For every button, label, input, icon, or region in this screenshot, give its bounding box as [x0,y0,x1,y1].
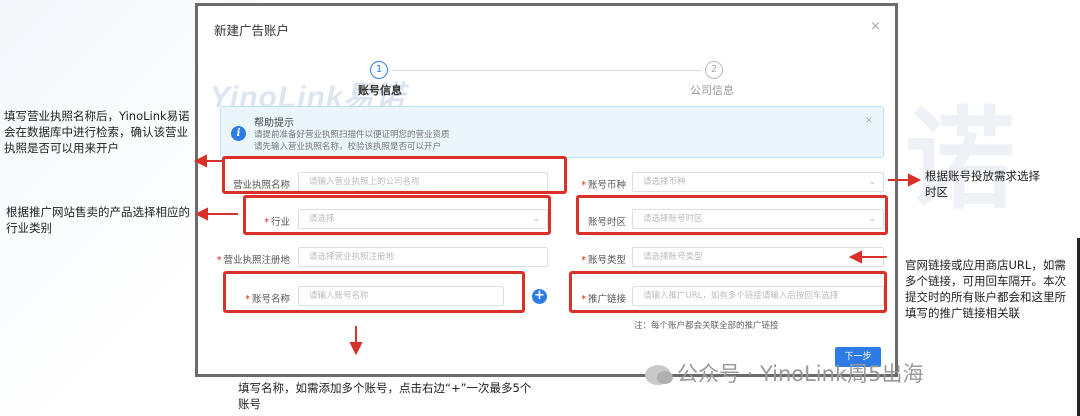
chevron-down-icon: ⌄ [868,177,876,187]
step-2-circle: 2 [705,61,723,79]
highlight-promo-link [569,271,887,313]
add-account-button[interactable]: + [532,289,547,304]
region-label: * 营业执照注册地 [216,255,290,266]
highlight-timezone [576,195,888,235]
account-type-select[interactable]: 请选择账号类型 [632,247,884,267]
annotation-account-name: 填写名称，如需添加多个账号，点击右边“+”一次最多5个账号 [238,381,532,411]
step-1-label: 账号信息 [358,84,402,97]
close-icon[interactable]: × [870,19,881,34]
wechat-icon [645,365,673,385]
footer-watermark: 公众号 · YinoLink周5出海 [645,358,923,388]
help-alert: i 帮助提示 请提前准备好营业执照扫描件以便证明您的营业资质 请先输入营业执照名… [220,106,884,158]
step-indicator: 1 2 账号信息 公司信息 [198,61,895,101]
modal-title: 新建广告账户 [214,23,290,38]
alert-title: 帮助提示 [254,118,294,129]
step-connector [392,70,702,71]
currency-label: * 账号币种 [581,180,626,191]
link-note: 注：每个账户都会关联全部的推广链接 [634,321,779,331]
region-select[interactable]: 请选择营业执照注册地 [298,247,548,267]
step-1-circle: 1 [370,61,388,79]
annotation-link: 官网链接或应用商店URL，如需多个链接，可用回车隔开。本次提交时的所有账户都会和… [905,258,1066,320]
info-icon: i [231,126,246,141]
highlight-account-name [223,271,525,313]
highlight-industry [243,195,551,235]
currency-select[interactable]: 请选择币种 ⌄ [632,172,884,192]
annotation-timezone: 根据账号投放需求选择时区 [925,169,1040,199]
annotation-industry: 根据推广网站售卖的产品选择相应的行业类别 [6,205,190,235]
background-watermark: 诺 [905,99,1015,222]
annotation-license: 填写营业执照名称后，YinoLink易诺会在数据库中进行检索，确认该营业执照是否… [4,109,190,155]
alert-close-icon[interactable]: × [865,115,873,126]
highlight-license-name [222,156,567,194]
alert-text: 请先输入营业执照名称，校验该执照是否可以开户 [254,142,442,152]
alert-text: 请提前准备好营业执照扫描件以便证明您的营业资质 [254,130,450,140]
account-type-label: * 账号类型 [581,255,626,266]
step-2-label: 公司信息 [690,84,734,97]
